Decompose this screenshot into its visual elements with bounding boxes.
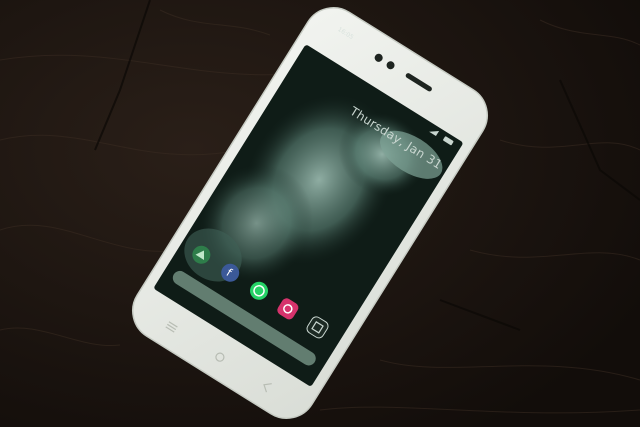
photo-scene: f xyxy=(0,0,640,427)
